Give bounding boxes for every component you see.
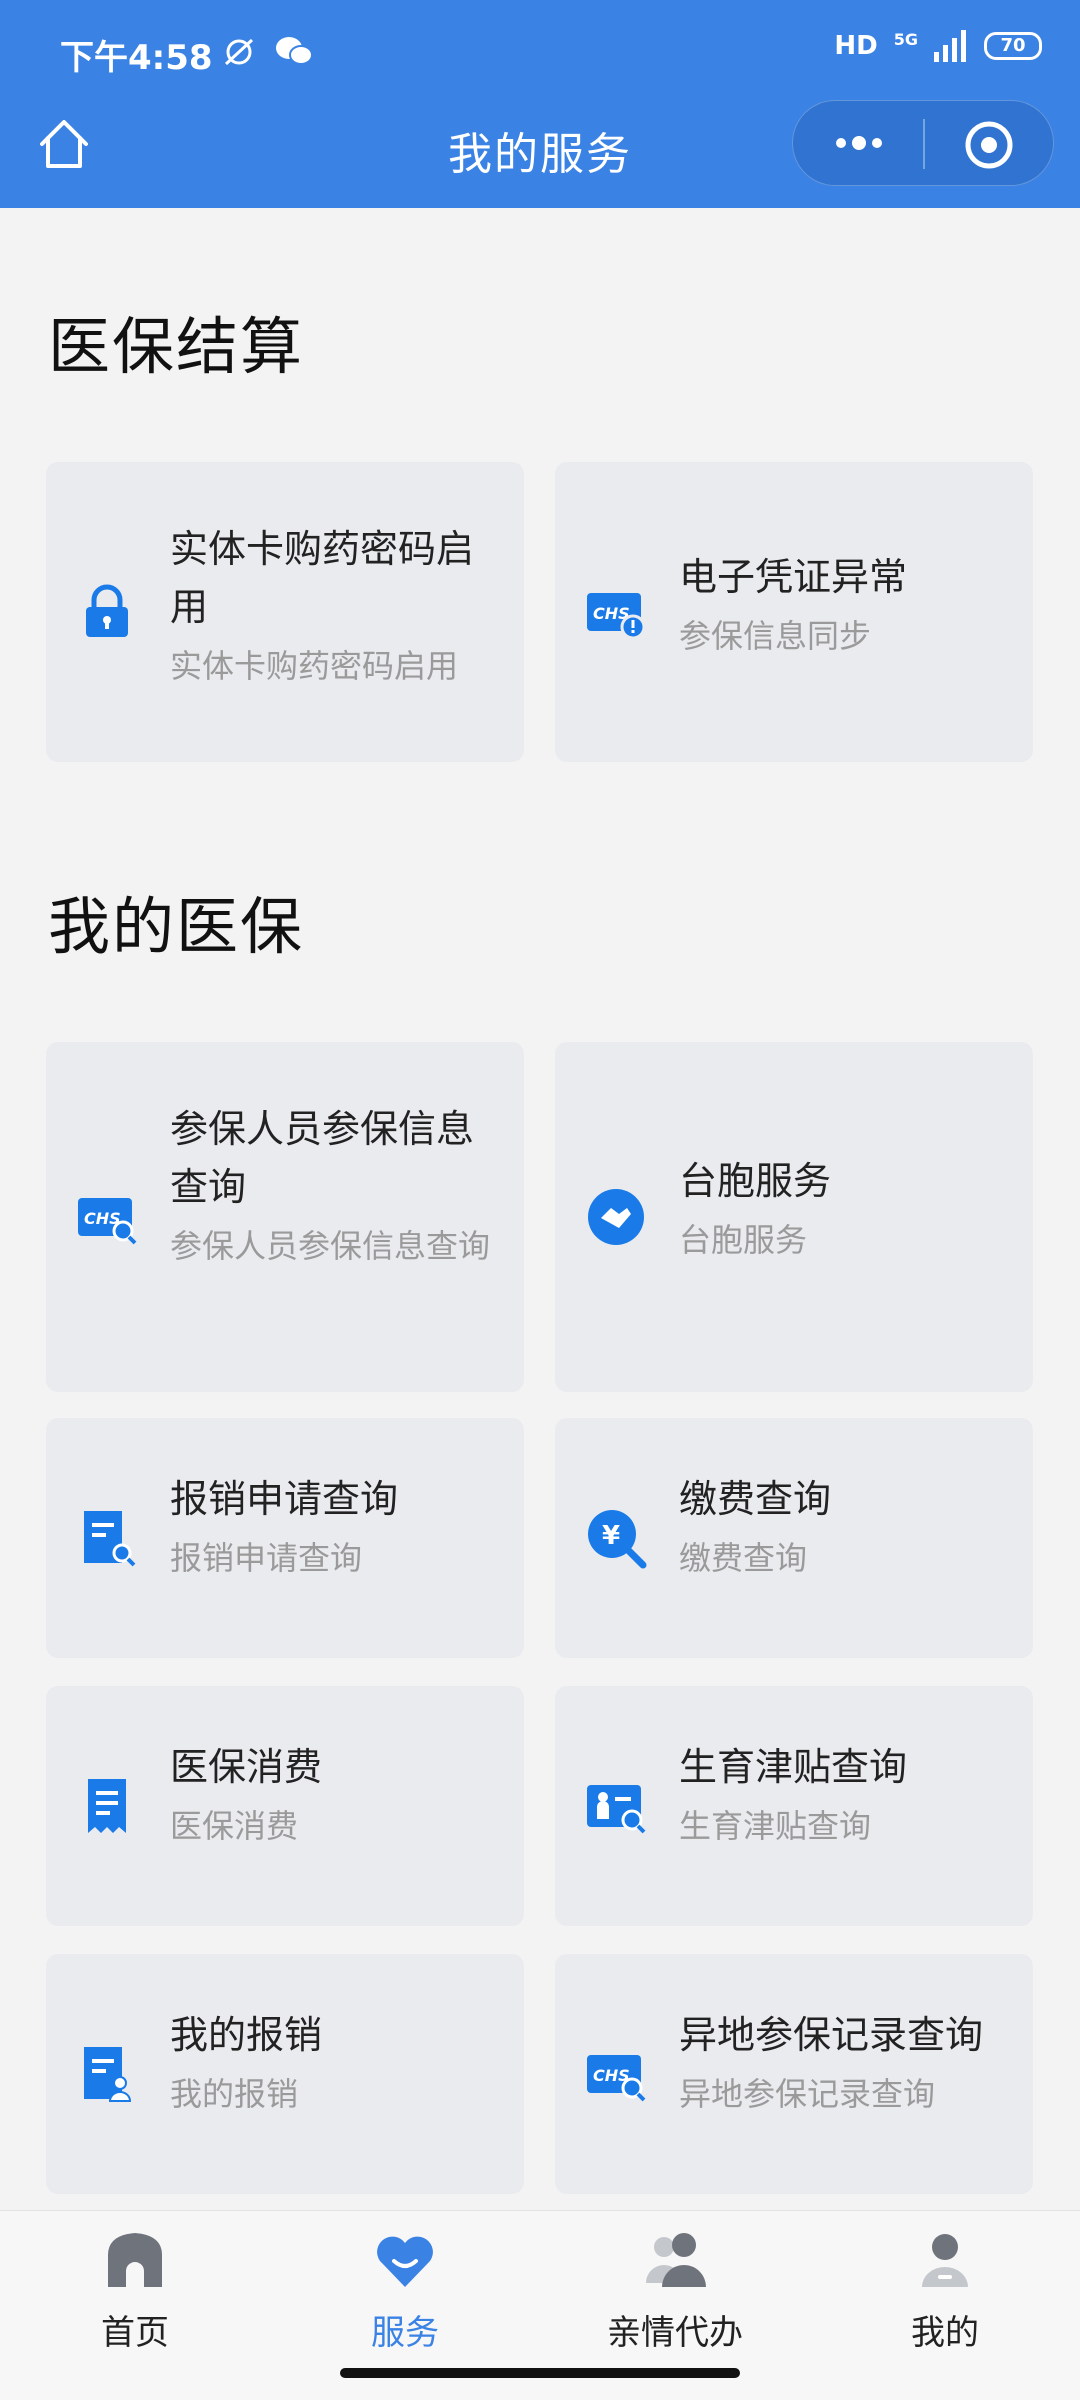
family-icon [646,2233,706,2287]
tab-label: 亲情代办 [607,2313,743,2353]
tab-home[interactable]: 首页 [35,2227,235,2354]
home-indicator[interactable] [340,2368,740,2378]
card-title: 台胞服务 [679,1159,832,1203]
alarm-icon [224,38,254,66]
card-title: 缴费查询 [679,1477,832,1521]
service-card-maternity-allowance[interactable]: 生育津贴查询 生育津贴查询 [555,1686,1033,1926]
service-card-payment-query[interactable]: ¥ 缴费查询 缴费查询 [555,1418,1033,1658]
user-icon [922,2234,968,2287]
document-user-icon [84,2047,132,2102]
card-title: 我的报销 [170,2013,323,2057]
tab-label: 服务 [371,2313,439,2353]
card-subtitle: 异地参保记录查询 [679,2075,936,2113]
card-subtitle: 我的报销 [170,2075,299,2113]
service-card-offsite-record[interactable]: CHS 异地参保记录查询 异地参保记录查询 [555,1954,1033,2194]
card-title: 医保消费 [170,1745,323,1789]
status-bar: 下午4:58 HD 5G 70 [0,0,1080,100]
status-right: HD 5G 70 [834,30,1042,62]
hd-indicator: HD [834,31,878,61]
card-subtitle: 医保消费 [170,1807,299,1845]
card-subtitle: 参保人员参保信息查询 [170,1227,491,1265]
document-search-icon [84,1511,136,1567]
service-card-consumption[interactable]: 医保消费 医保消费 [46,1686,524,1926]
card-title: 报销申请查询 [170,1477,399,1521]
tab-family-agent[interactable]: 亲情代办 [575,2227,775,2354]
service-card-reimbursement-query[interactable]: 报销申请查询 报销申请查询 [46,1418,524,1658]
tab-service[interactable]: 服务 [305,2227,505,2354]
service-card-insured-info[interactable]: CHS 参保人员参保信息查询 参保人员参保信息查询 [46,1042,524,1392]
tab-mine[interactable]: 我的 [845,2227,1045,2354]
handshake-icon [588,1189,644,1245]
status-notification-icons [222,34,314,68]
close-target-icon[interactable] [963,119,1015,171]
chs-alert-icon: CHS [587,593,646,640]
network-type: 5G [893,29,918,49]
chs-search-icon: CHS [78,1198,137,1245]
service-card-password[interactable]: 实体卡购药密码启用 实体卡购药密码启用 [46,462,524,762]
service-card-taiwan-compatriots[interactable]: 台胞服务 台胞服务 [555,1042,1033,1392]
card-title: 实体卡购药密码启用 [170,527,475,629]
nav-bar: 我的服务 [0,100,1080,208]
maternity-search-icon [587,1785,646,1834]
card-subtitle: 报销申请查询 [170,1539,363,1577]
card-subtitle: 实体卡购药密码启用 [170,647,459,685]
miniprogram-capsule [792,100,1054,186]
card-title: 生育津贴查询 [679,1745,908,1789]
section-title-my-insurance: 我的医保 [48,890,305,963]
lock-icon [86,584,128,637]
service-card-ecert-abnormal[interactable]: CHS 电子凭证异常 参保信息同步 [555,462,1033,762]
svg-text:¥: ¥ [602,1521,620,1551]
battery-icon: 70 [984,32,1042,60]
tab-label: 我的 [911,2313,979,2353]
signal-icon [934,30,966,62]
top-bar: 下午4:58 HD 5G 70 我的服务 [0,0,1080,208]
card-subtitle: 参保信息同步 [679,617,872,655]
card-title: 参保人员参保信息查询 [170,1107,475,1209]
heart-service-icon [377,2236,433,2287]
card-subtitle: 生育津贴查询 [679,1807,872,1845]
card-title: 电子凭证异常 [679,555,908,599]
section-title-settlement: 医保结算 [48,310,305,383]
status-time: 下午4:58 [60,38,213,78]
service-card-my-reimbursement[interactable]: 我的报销 我的报销 [46,1954,524,2194]
more-icon[interactable] [829,125,889,161]
tab-label: 首页 [101,2313,169,2353]
card-subtitle: 台胞服务 [679,1221,808,1259]
wechat-icon [276,37,313,65]
receipt-icon [88,1779,126,1833]
capsule-divider [923,119,925,169]
home-icon [108,2233,162,2287]
card-title: 异地参保记录查询 [679,2013,984,2057]
yuan-search-icon: ¥ [588,1510,647,1569]
chs-search-icon: CHS [587,2055,646,2102]
card-subtitle: 缴费查询 [679,1539,808,1577]
